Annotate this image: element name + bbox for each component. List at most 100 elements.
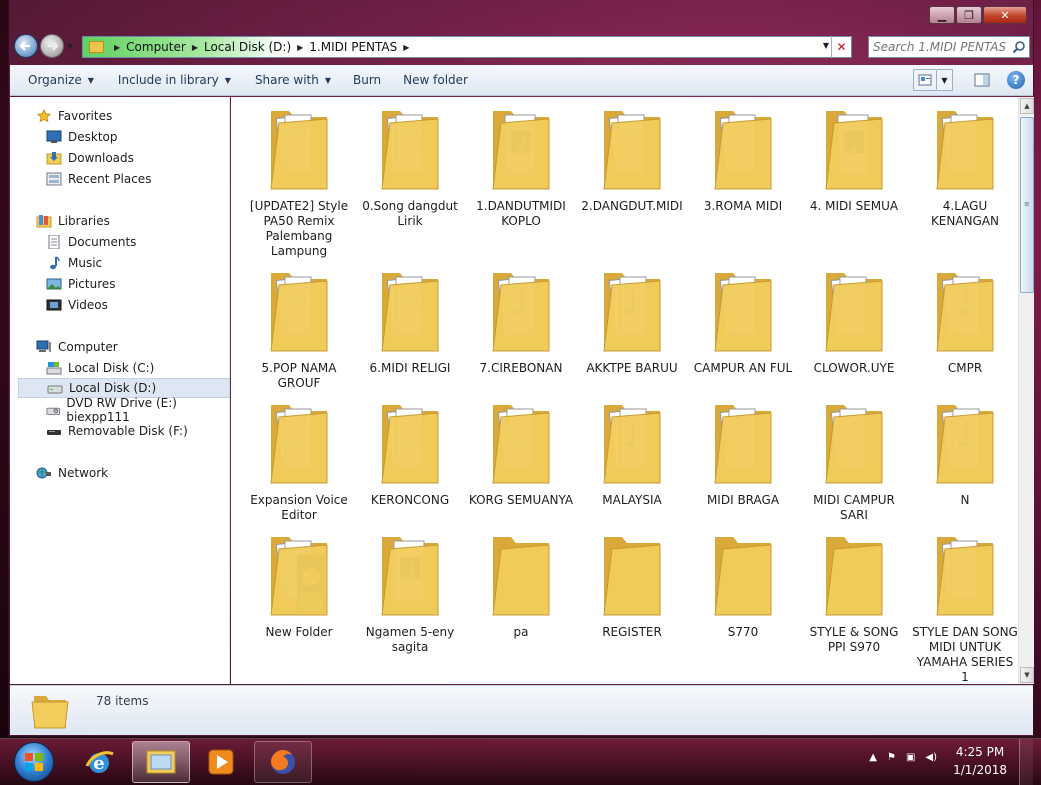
music-note-icon <box>50 256 60 270</box>
nav-libraries[interactable]: Libraries <box>36 211 226 231</box>
folder-item[interactable]: Ngamen 5-eny sagita <box>355 529 465 655</box>
taskbar-windows-explorer[interactable] <box>132 741 190 783</box>
folder-item[interactable]: KORG SEMUANYA <box>466 397 576 508</box>
folder-item[interactable]: 0.Song dangdut Lirik <box>355 103 465 229</box>
scroll-up-button[interactable]: ▲ <box>1020 98 1034 114</box>
chevron-right-icon[interactable]: ▶ <box>403 43 409 52</box>
folder-name: KERONCONG <box>370 493 450 507</box>
nav-desktop[interactable]: Desktop <box>46 127 226 147</box>
include-in-library-button[interactable]: Include in library ▼ <box>110 68 239 92</box>
folder-item[interactable]: AKKTPE BARUU <box>577 265 687 376</box>
minimize-button[interactable]: ▁ <box>929 6 955 24</box>
clock[interactable]: 4:25 PM 1/1/2018 <box>953 743 1007 779</box>
search-icon[interactable] <box>1012 40 1026 54</box>
nav-removable-disk[interactable]: Removable Disk (F:) <box>46 421 226 441</box>
help-button[interactable]: ? <box>1007 71 1025 89</box>
folder-item[interactable]: Expansion Voice Editor <box>244 397 354 523</box>
folder-item[interactable]: 7.CIREBONAN <box>466 265 576 376</box>
breadcrumb: ▶ Computer ▶ Local Disk (D:) ▶ 1.MIDI PE… <box>83 37 417 57</box>
burn-button[interactable]: Burn <box>345 68 389 92</box>
vertical-scrollbar[interactable]: ▲ ≡ ▼ <box>1018 97 1034 684</box>
show-desktop-button[interactable] <box>1019 739 1033 785</box>
nav-videos[interactable]: Videos <box>46 295 226 315</box>
folder-empty-icon <box>577 529 687 621</box>
forward-button[interactable] <box>40 34 64 58</box>
search-input[interactable] <box>873 40 1011 54</box>
nav-local-disk-d[interactable]: Local Disk (D:) <box>18 378 230 398</box>
chevron-right-icon[interactable]: ▶ <box>114 43 120 52</box>
folder-item[interactable]: New Folder <box>244 529 354 640</box>
nav-pictures[interactable]: Pictures <box>46 274 226 294</box>
maximize-button[interactable]: ❐ <box>956 6 982 24</box>
nav-local-disk-c[interactable]: Local Disk (C:) <box>46 358 226 378</box>
nav-label: Music <box>68 256 103 270</box>
preview-pane-icon <box>974 73 990 87</box>
dvd-drive-icon <box>46 407 60 415</box>
breadcrumb-local-disk-d[interactable]: Local Disk (D:) <box>204 40 291 54</box>
taskbar-media-player[interactable] <box>192 741 250 783</box>
address-bar[interactable]: ▶ Computer ▶ Local Disk (D:) ▶ 1.MIDI PE… <box>82 36 852 58</box>
breadcrumb-midi-pentas[interactable]: 1.MIDI PENTAS <box>309 40 397 54</box>
folder-item[interactable]: 6.MIDI RELIGI <box>355 265 465 376</box>
folder-item[interactable]: 2.DANGDUT.MIDI <box>577 103 687 214</box>
folder-item[interactable]: CMPR <box>910 265 1018 376</box>
folder-item[interactable]: MIDI CAMPUR SARI <box>799 397 909 523</box>
new-folder-button[interactable]: New folder <box>395 68 476 92</box>
item-count: 78 items <box>96 694 149 708</box>
folder-item[interactable]: 1.DANDUTMIDI KOPLO <box>466 103 576 229</box>
action-center-flag-icon[interactable]: ⚑ <box>887 752 896 763</box>
folder-item[interactable]: KERONCONG <box>355 397 465 508</box>
scroll-thumb[interactable]: ≡ <box>1020 117 1034 293</box>
search-box[interactable] <box>868 36 1030 58</box>
preview-pane-button[interactable] <box>971 70 993 90</box>
change-view-button[interactable] <box>913 69 937 91</box>
caption-buttons: ▁ ❐ ✕ <box>928 6 1027 24</box>
folder-item[interactable]: MALAYSIA <box>577 397 687 508</box>
folder-item[interactable]: STYLE & SONG PPI S970 <box>799 529 909 655</box>
show-hidden-icons-icon[interactable]: ▲ <box>869 752 877 763</box>
folder-item[interactable]: pa <box>466 529 576 640</box>
folder-media-icon <box>355 529 465 621</box>
folder-item[interactable]: 4.LAGU KENANGAN <box>910 103 1018 229</box>
folder-docs-icon <box>355 103 465 195</box>
folder-item[interactable]: 4. MIDI SEMUA <box>799 103 909 214</box>
nav-dvd-drive[interactable]: DVD RW Drive (E:) biexpp111 <box>46 396 226 424</box>
folder-item[interactable]: CLOWOR.UYE <box>799 265 909 376</box>
scroll-down-button[interactable]: ▼ <box>1020 667 1034 683</box>
taskbar-internet-explorer[interactable]: e <box>70 741 128 783</box>
folder-icon <box>89 41 104 53</box>
back-button[interactable] <box>14 34 38 58</box>
folder-item[interactable]: CAMPUR AN FUL <box>688 265 798 376</box>
close-button[interactable]: ✕ <box>983 6 1027 24</box>
organize-button[interactable]: Organize ▼ <box>20 68 102 92</box>
folder-item[interactable]: MIDI BRAGA <box>688 397 798 508</box>
volume-icon[interactable]: ◀) <box>925 752 937 763</box>
network-status-icon[interactable]: ▣ <box>906 752 915 763</box>
nav-downloads[interactable]: Downloads <box>46 148 226 168</box>
nav-music[interactable]: Music <box>46 253 226 273</box>
share-label: Share with <box>254 73 319 87</box>
stop-button[interactable]: ✕ <box>831 36 851 58</box>
folder-item[interactable]: STYLE DAN SONG MIDI UNTUK YAMAHA SERIES … <box>910 529 1018 684</box>
pictures-icon <box>46 278 62 290</box>
folder-item[interactable]: 3.ROMA MIDI <box>688 103 798 214</box>
folder-item[interactable]: [UPDATE2] Style PA50 Remix Palembang Lam… <box>244 103 354 259</box>
share-with-button[interactable]: Share with ▼ <box>247 68 339 92</box>
view-options-dropdown[interactable]: ▼ <box>937 69 953 91</box>
folder-item[interactable]: REGISTER <box>577 529 687 640</box>
taskbar-firefox[interactable] <box>254 741 312 783</box>
chevron-right-icon[interactable]: ▶ <box>297 43 303 52</box>
nav-network[interactable]: Network <box>36 463 226 483</box>
address-history-dropdown[interactable]: ▼ <box>823 41 829 50</box>
nav-favorites[interactable]: Favorites <box>36 106 226 126</box>
recent-pages-dropdown[interactable]: ▼ <box>67 42 73 51</box>
nav-computer[interactable]: Computer <box>36 337 226 357</box>
folder-item[interactable]: 5.POP NAMA GROUF <box>244 265 354 391</box>
nav-documents[interactable]: Documents <box>46 232 226 252</box>
start-button[interactable] <box>14 742 54 782</box>
folder-item[interactable]: N <box>910 397 1018 508</box>
folder-item[interactable]: S770 <box>688 529 798 640</box>
chevron-right-icon[interactable]: ▶ <box>192 43 198 52</box>
breadcrumb-computer[interactable]: Computer <box>126 40 186 54</box>
nav-recent-places[interactable]: Recent Places <box>46 169 226 189</box>
